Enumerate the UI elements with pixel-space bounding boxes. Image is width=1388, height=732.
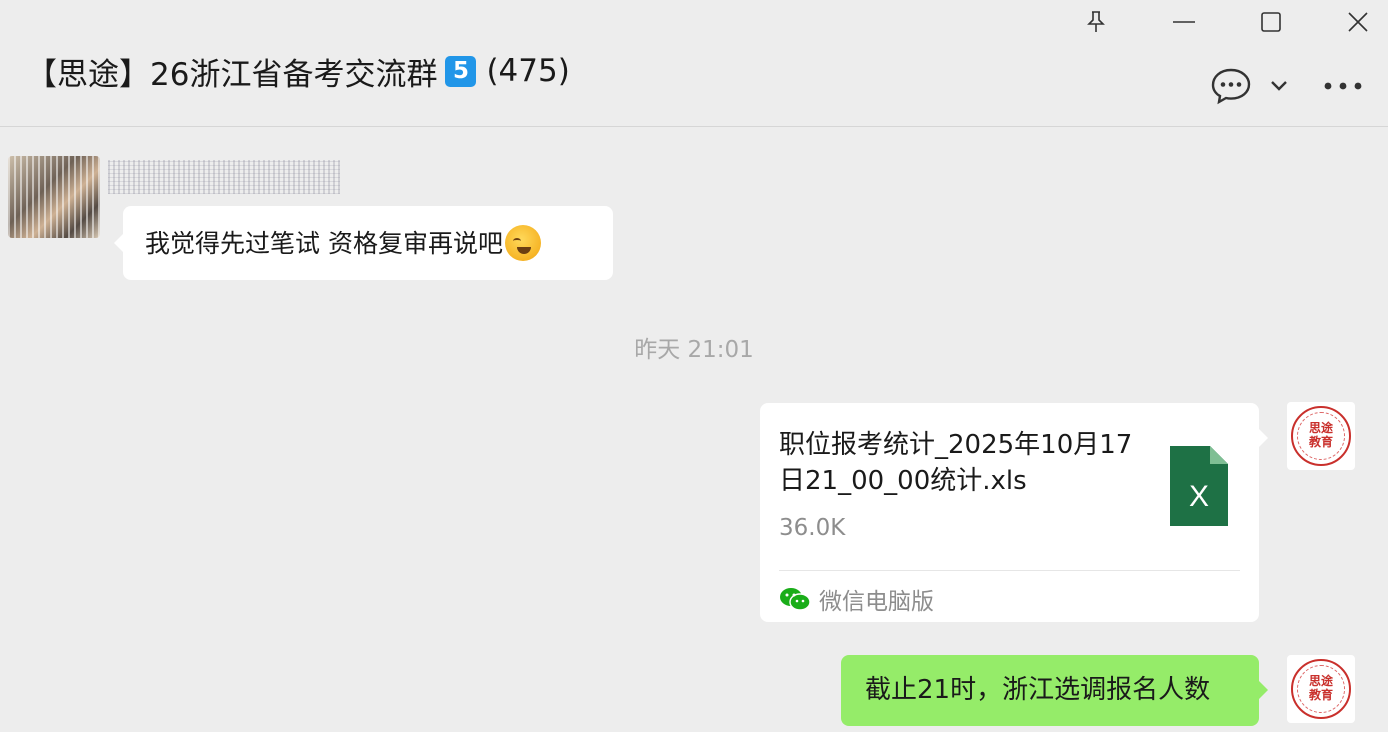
maximize-icon[interactable] bbox=[1241, 0, 1301, 44]
sender-name bbox=[108, 160, 340, 194]
seal-logo: 思途 教育 bbox=[1291, 406, 1351, 466]
wechat-icon bbox=[780, 588, 811, 611]
close-icon[interactable] bbox=[1328, 0, 1388, 44]
more-icon[interactable] bbox=[1318, 68, 1368, 104]
chat-window: 【思途】26浙江省备考交流群 5 (475) 我觉得先过笔试 资格复审再说吧 昨… bbox=[0, 0, 1388, 732]
message-bubble-incoming[interactable]: 我觉得先过笔试 资格复审再说吧 bbox=[114, 206, 613, 280]
file-card-divider bbox=[779, 570, 1240, 571]
self-avatar[interactable]: 思途 教育 bbox=[1287, 655, 1355, 723]
message-text: 截止21时，浙江选调报名人数 bbox=[865, 675, 1211, 706]
chat-bubble-icon[interactable] bbox=[1208, 64, 1254, 108]
message-text: 我觉得先过笔试 资格复审再说吧 bbox=[145, 228, 503, 258]
message-timestamp: 昨天 21:01 bbox=[634, 337, 754, 363]
svg-text:X: X bbox=[1189, 480, 1209, 513]
file-name: 职位报考统计_2025年10月17日21_00_00统计.xls bbox=[779, 430, 1133, 497]
chevron-down-icon[interactable] bbox=[1264, 72, 1294, 100]
seal-logo: 思途 教育 bbox=[1291, 659, 1351, 719]
self-avatar[interactable]: 思途 教育 bbox=[1287, 402, 1355, 470]
minimize-icon[interactable] bbox=[1154, 0, 1214, 44]
group-badge: 5 bbox=[445, 55, 477, 87]
pin-icon[interactable] bbox=[1066, 0, 1126, 44]
member-count: (475) bbox=[486, 53, 570, 89]
group-name: 【思途】26浙江省备考交流群 bbox=[26, 56, 438, 93]
file-message-card[interactable]: 职位报考统计_2025年10月17日21_00_00统计.xls 36.0K X… bbox=[760, 403, 1268, 622]
header-divider bbox=[0, 126, 1388, 127]
sender-avatar[interactable] bbox=[8, 156, 100, 238]
chat-title: 【思途】26浙江省备考交流群 5 (475) bbox=[26, 50, 570, 93]
file-source-label: 微信电脑版 bbox=[819, 589, 934, 615]
file-size: 36.0K bbox=[779, 515, 846, 541]
message-bubble-outgoing[interactable]: 截止21时，浙江选调报名人数 bbox=[841, 655, 1268, 726]
crying-laughing-emoji-icon bbox=[504, 225, 541, 261]
excel-file-icon: X bbox=[1170, 446, 1228, 526]
file-source: 微信电脑版 bbox=[779, 581, 934, 617]
